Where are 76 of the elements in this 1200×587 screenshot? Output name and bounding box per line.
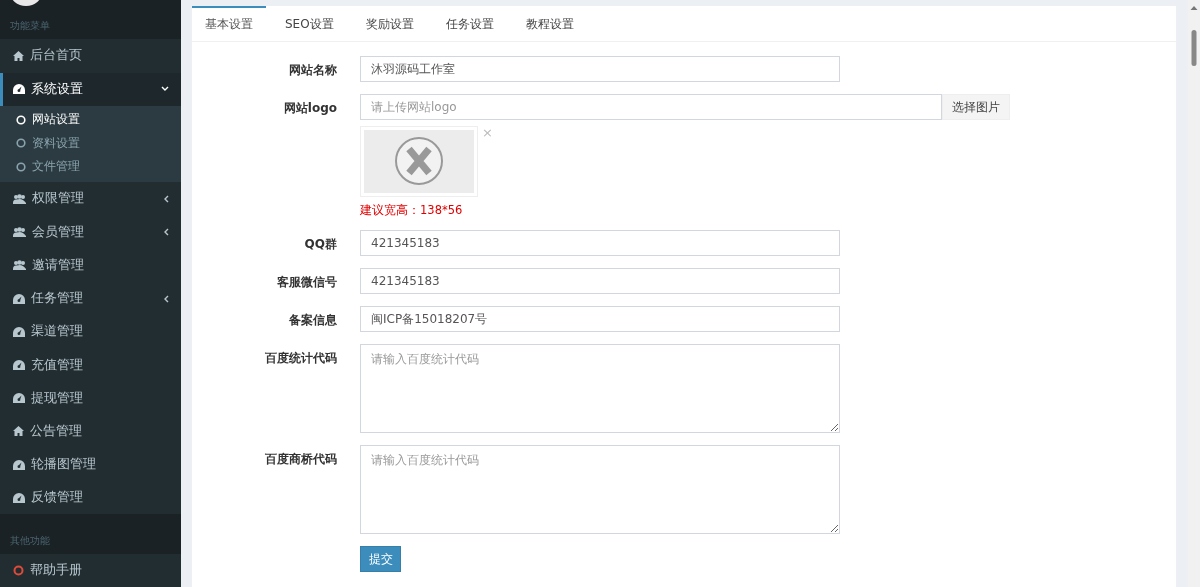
submenu-label: 文件管理 <box>32 158 81 176</box>
section-header: 其他功能 <box>0 514 181 554</box>
text-field[interactable]: 421345183 <box>360 268 840 294</box>
circle-icon <box>13 564 24 576</box>
sidebar-item[interactable]: 后台首页 <box>0 39 181 73</box>
submit-button[interactable]: 提交 <box>360 546 401 572</box>
gauge-icon <box>13 393 25 404</box>
sidebar-item-label: 提现管理 <box>31 389 84 407</box>
sidebar-item-label: 帮助手册 <box>30 561 83 579</box>
gauge-icon <box>13 492 25 503</box>
textarea-field[interactable]: 请输入百度统计代码 <box>360 344 840 433</box>
field-label: 客服微信号 <box>276 274 337 291</box>
circle-icon <box>16 161 26 172</box>
chevron-left-icon <box>163 194 169 203</box>
chevron-left-icon <box>163 228 169 237</box>
home-icon <box>13 426 24 437</box>
sidebar-item-label: 公告管理 <box>30 422 83 440</box>
users-icon <box>13 260 26 271</box>
chevron-left-icon <box>163 294 169 303</box>
submenu-item[interactable]: 网站设置 <box>0 107 181 132</box>
sidebar-item[interactable]: 帮助手册 <box>0 553 181 587</box>
tab[interactable]: 教程设置 <box>512 6 587 41</box>
sidebar-item[interactable]: 公告管理 <box>0 414 181 449</box>
choose-image-button[interactable]: 选择图片 <box>942 94 1010 120</box>
field-label: 备案信息 <box>288 312 337 329</box>
field-label: 网站logo <box>282 100 337 117</box>
sidebar-item-label: 任务管理 <box>31 290 84 308</box>
tab[interactable]: SEO设置 <box>272 6 347 41</box>
field-label: QQ群 <box>303 236 337 253</box>
field-label: 百度统计代码 <box>264 350 337 367</box>
gauge-icon <box>13 326 25 337</box>
home-icon <box>13 50 24 61</box>
sidebar-item[interactable]: 系统设置 <box>0 72 181 106</box>
submenu-item[interactable]: 资料设置 <box>0 131 181 155</box>
sidebar-item-label: 轮播图管理 <box>31 456 97 474</box>
sidebar-item-label: 充值管理 <box>31 356 84 374</box>
gauge-icon <box>13 459 25 470</box>
users-icon <box>13 193 26 204</box>
chevron-down-icon <box>161 86 169 93</box>
sidebar-item-label: 系统设置 <box>31 80 84 98</box>
logo-field[interactable]: 请上传网站logo <box>360 94 942 120</box>
field-label: 网站名称 <box>288 62 337 79</box>
text-field[interactable]: 沐羽源码工作室 <box>360 56 840 82</box>
sidebar-item[interactable]: 轮播图管理 <box>0 448 181 482</box>
gauge-icon <box>13 84 25 95</box>
scrollbar[interactable] <box>1190 6 1198 66</box>
text-field[interactable]: 闽ICP备15018207号 <box>360 306 840 332</box>
tab[interactable]: 奖励设置 <box>352 6 427 41</box>
sidebar-item-label: 反馈管理 <box>31 489 84 507</box>
size-hint: 建议宽高：138*56 <box>360 203 464 218</box>
users-icon <box>13 227 26 238</box>
sidebar-item[interactable]: 充值管理 <box>0 348 181 382</box>
sidebar-item[interactable]: 反馈管理 <box>0 481 181 515</box>
sidebar-item-label: 渠道管理 <box>31 323 84 341</box>
circle-icon <box>16 138 26 149</box>
sidebar-item[interactable]: 渠道管理 <box>0 315 181 349</box>
sidebar-item[interactable]: 权限管理 <box>0 182 181 216</box>
sidebar-item-label: 邀请管理 <box>32 256 85 274</box>
sidebar-item-label: 后台首页 <box>30 47 83 65</box>
field-label: 百度商桥代码 <box>264 451 337 468</box>
sidebar-item[interactable]: 邀请管理 <box>0 248 181 282</box>
textarea-field[interactable]: 请输入百度统计代码 <box>360 445 840 534</box>
gauge-icon <box>13 360 25 370</box>
tab[interactable]: 任务设置 <box>432 6 507 41</box>
submenu-item[interactable]: 文件管理 <box>0 154 181 179</box>
sidebar-item[interactable]: 提现管理 <box>0 381 181 415</box>
sidebar-item-label: 会员管理 <box>32 223 85 241</box>
gauge-icon <box>13 293 25 304</box>
circle-icon <box>16 114 26 125</box>
sidebar-item[interactable]: 会员管理 <box>0 215 181 249</box>
text-field[interactable]: 421345183 <box>360 230 840 256</box>
submenu-label: 资料设置 <box>32 134 81 152</box>
broken-image-icon <box>364 130 474 193</box>
sidebar-item-label: 权限管理 <box>32 190 85 208</box>
sidebar-item[interactable]: 任务管理 <box>0 281 181 316</box>
submenu-label: 网站设置 <box>32 111 81 129</box>
